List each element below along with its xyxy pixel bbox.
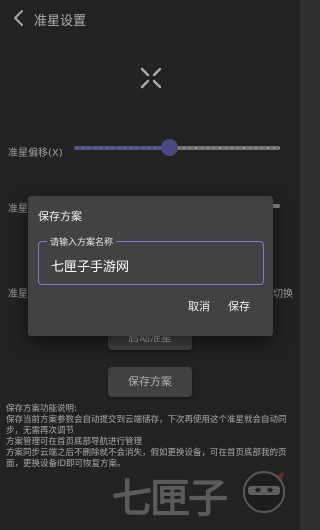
- scheme-name-label: 请输入方案名称: [47, 235, 117, 248]
- scheme-name-value[interactable]: 七匣子手游网: [51, 256, 129, 275]
- save-button[interactable]: 保存: [228, 298, 250, 314]
- scheme-name-input[interactable]: 请输入方案名称 七匣子手游网: [38, 235, 264, 285]
- dialog-title: 保存方案: [38, 210, 82, 223]
- cancel-button[interactable]: 取消: [188, 298, 210, 314]
- save-scheme-dialog: 保存方案 请输入方案名称 七匣子手游网 取消 保存: [28, 196, 273, 336]
